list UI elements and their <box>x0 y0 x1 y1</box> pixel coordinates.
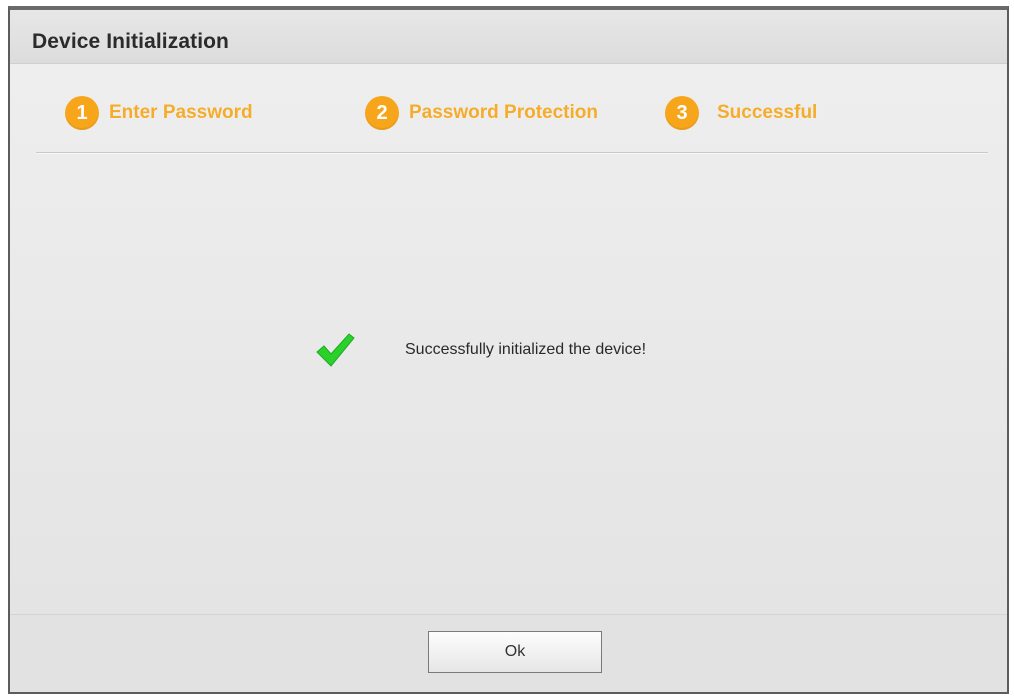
step-number-badge: 3 <box>665 96 699 130</box>
step-indicator: 1 Enter Password 2 Password Protection 3… <box>10 64 1007 158</box>
step-number-badge: 1 <box>65 96 99 130</box>
step-label: Successful <box>717 102 818 123</box>
success-message: Successfully initialized the device! <box>315 332 646 368</box>
step-label: Enter Password <box>109 102 253 123</box>
dialog-footer: Ok <box>10 614 1007 692</box>
checkmark-icon <box>316 333 355 367</box>
device-initialization-dialog: Device Initialization 1 Enter Password 2… <box>8 6 1009 694</box>
success-message-text: Successfully initialized the device! <box>405 341 647 358</box>
ok-button[interactable]: Ok <box>428 631 602 673</box>
dialog-titlebar: Device Initialization <box>10 10 1007 64</box>
dialog-body: 1 Enter Password 2 Password Protection 3… <box>10 64 1007 614</box>
step-number-badge: 2 <box>365 96 399 130</box>
steps-divider <box>36 152 988 154</box>
step-successful: 3 Successful <box>665 96 817 130</box>
step-label: Password Protection <box>409 102 598 123</box>
step-password-protection: 2 Password Protection <box>365 96 598 130</box>
dialog-title: Device Initialization <box>32 30 229 53</box>
step-enter-password: 1 Enter Password <box>65 96 253 130</box>
